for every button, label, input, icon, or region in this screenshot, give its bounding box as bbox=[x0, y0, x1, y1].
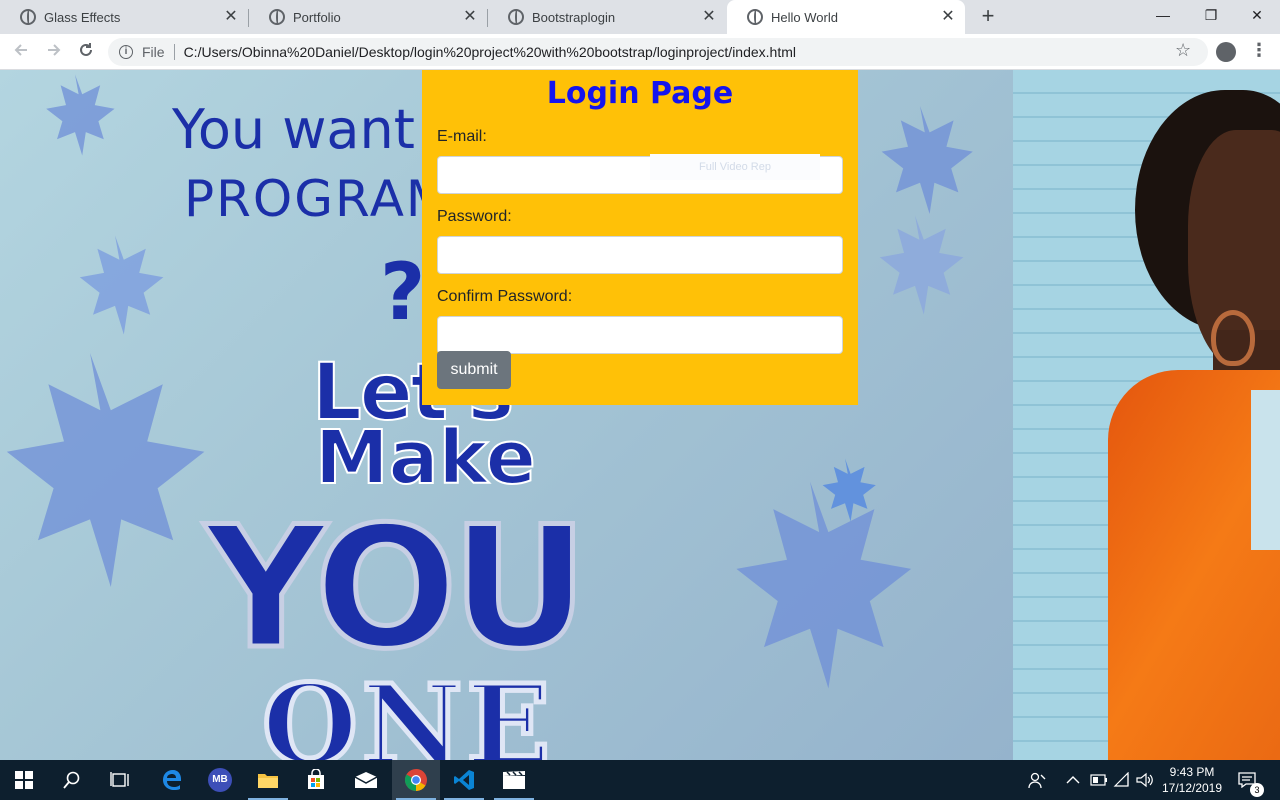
chevron-up-icon[interactable] bbox=[1066, 760, 1080, 800]
people-icon[interactable] bbox=[1028, 760, 1046, 800]
toolbar: i File C:/Users/Obinna%20Daniel/Desktop/… bbox=[0, 34, 1280, 70]
wifi-icon[interactable] bbox=[1113, 760, 1131, 800]
globe-icon bbox=[269, 9, 285, 25]
tab-bootstraplogin[interactable]: Bootstraplogin ✕ bbox=[488, 0, 726, 34]
email-label: E-mail: bbox=[437, 128, 487, 145]
info-icon[interactable]: i bbox=[119, 45, 133, 59]
close-tab-icon[interactable]: ✕ bbox=[939, 8, 957, 26]
close-tab-icon[interactable]: ✕ bbox=[700, 8, 718, 26]
poster-headline: YOU bbox=[203, 488, 591, 689]
submit-button[interactable]: submit bbox=[437, 351, 511, 389]
search-icon[interactable] bbox=[48, 760, 96, 800]
tab-strip: Glass Effects ✕ Portfolio ✕ Bootstraplog… bbox=[0, 0, 1280, 34]
clock-time: 9:43 PM bbox=[1169, 765, 1215, 779]
system-clock[interactable]: 9:43 PM 17/12/2019 bbox=[1160, 764, 1224, 796]
tab-portfolio[interactable]: Portfolio ✕ bbox=[249, 0, 487, 34]
clock-date: 17/12/2019 bbox=[1161, 781, 1223, 795]
maple-leaf-icon bbox=[46, 74, 115, 156]
photo-shirt bbox=[1251, 390, 1280, 550]
arrow-left-icon[interactable] bbox=[9, 40, 33, 64]
password-field[interactable] bbox=[437, 236, 843, 274]
poster-headline: You want bbox=[172, 98, 415, 161]
volume-icon[interactable] bbox=[1136, 760, 1154, 800]
address-bar[interactable]: i File C:/Users/Obinna%20Daniel/Desktop/… bbox=[108, 38, 1208, 66]
page-title: Login Page bbox=[546, 76, 734, 111]
login-form: Login Page E-mail: Full Video Rep Passwo… bbox=[422, 70, 858, 405]
tab-hello-world[interactable]: Hello World ✕ bbox=[727, 0, 965, 34]
new-tab-button[interactable]: + bbox=[976, 5, 1000, 29]
tab-title: Glass Effects bbox=[44, 9, 121, 25]
reload-icon[interactable] bbox=[74, 40, 98, 64]
tab-title: Hello World bbox=[771, 9, 838, 25]
scheme-label: File bbox=[142, 44, 165, 60]
vscode-icon[interactable] bbox=[440, 760, 488, 800]
windows-taskbar: MB 9:43 PM 17/12/2019 3 bbox=[0, 760, 1280, 800]
close-tab-icon[interactable]: ✕ bbox=[222, 8, 240, 26]
globe-icon bbox=[508, 9, 524, 25]
task-view-icon[interactable] bbox=[96, 760, 144, 800]
edge-icon[interactable] bbox=[148, 760, 196, 800]
close-window-button[interactable]: ✕ bbox=[1234, 0, 1280, 30]
minimize-button[interactable]: — bbox=[1140, 0, 1186, 30]
maple-leaf-icon bbox=[79, 235, 164, 335]
malwarebytes-icon[interactable]: MB bbox=[196, 760, 244, 800]
star-icon[interactable]: ☆ bbox=[1175, 40, 1191, 61]
kebab-menu-icon[interactable]: ⋮ bbox=[1250, 40, 1268, 61]
confirm-password-field[interactable] bbox=[437, 316, 843, 354]
restore-button[interactable]: ❐ bbox=[1188, 0, 1234, 30]
poster-headline: PROGRAM bbox=[184, 170, 452, 228]
chrome-icon[interactable] bbox=[392, 760, 440, 800]
confirm-password-label: Confirm Password: bbox=[437, 288, 573, 305]
maple-leaf-icon bbox=[822, 458, 876, 522]
divider bbox=[173, 44, 175, 60]
maple-leaf-icon bbox=[879, 215, 964, 315]
page-viewport: You want PROGRAM ? Let's Make YOU ONE Lo… bbox=[0, 70, 1280, 760]
mail-icon[interactable] bbox=[342, 760, 390, 800]
arrow-right-icon[interactable] bbox=[42, 40, 66, 64]
globe-icon bbox=[747, 9, 763, 25]
malwarebytes-badge: MB bbox=[208, 768, 232, 792]
battery-icon[interactable] bbox=[1090, 760, 1108, 800]
maple-leaf-icon bbox=[6, 353, 205, 587]
globe-icon bbox=[20, 9, 36, 25]
photo-earring bbox=[1211, 310, 1255, 366]
file-explorer-icon[interactable] bbox=[244, 760, 292, 800]
store-icon[interactable] bbox=[292, 760, 340, 800]
woman-photo bbox=[1013, 70, 1280, 760]
media-icon[interactable] bbox=[490, 760, 538, 800]
account-icon[interactable] bbox=[1216, 42, 1236, 62]
email-field[interactable] bbox=[437, 156, 843, 194]
poster-question-mark: ? bbox=[380, 248, 426, 338]
password-label: Password: bbox=[437, 208, 512, 225]
tab-title: Bootstraplogin bbox=[532, 9, 616, 25]
poster-headline: Make bbox=[314, 414, 537, 502]
close-tab-icon[interactable]: ✕ bbox=[461, 8, 479, 26]
notification-count-badge: 3 bbox=[1250, 783, 1264, 797]
poster-headline: ONE bbox=[259, 658, 555, 761]
tab-glass-effects[interactable]: Glass Effects ✕ bbox=[0, 0, 248, 34]
start-icon[interactable] bbox=[0, 760, 48, 800]
url-text[interactable]: C:/Users/Obinna%20Daniel/Desktop/login%2… bbox=[184, 44, 796, 60]
tab-title: Portfolio bbox=[293, 9, 341, 25]
